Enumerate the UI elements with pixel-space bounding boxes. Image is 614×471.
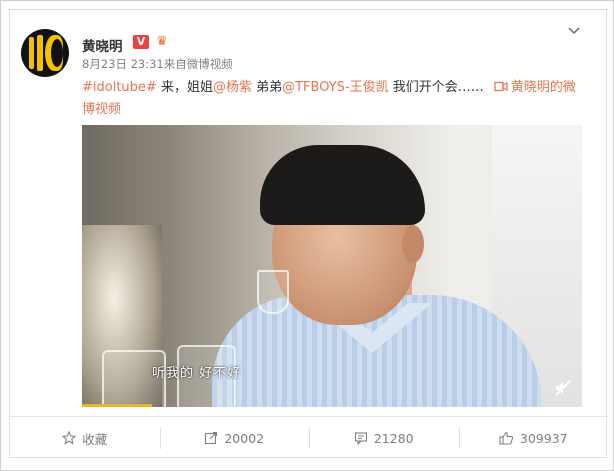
post-text-segment: 我们开个会…… — [388, 80, 488, 95]
avatar-mark — [29, 37, 34, 69]
post-actions: 收藏 20002 21280 309937 — [10, 417, 608, 459]
video-frame-person — [402, 225, 424, 263]
avatar-mark — [51, 39, 63, 67]
avatar[interactable] — [21, 29, 69, 77]
like-button[interactable]: 309937 — [458, 417, 609, 459]
weibo-post-card: 黄晓明 V ♛ 8月23日 23:31来自微博视频 #idoltube# 来，姐… — [9, 9, 608, 459]
username[interactable]: 黄晓明 — [82, 35, 123, 55]
thumbs-up-icon — [499, 431, 513, 445]
video-progress-bar[interactable] — [82, 404, 152, 407]
screenshot-frame: 黄晓明 V ♛ 8月23日 23:31来自微博视频 #idoltube# 来，姐… — [0, 0, 614, 471]
mention-link[interactable]: @TFBOYS-王俊凯 — [282, 80, 389, 95]
like-count: 309937 — [519, 430, 568, 446]
verified-badge[interactable]: V — [133, 35, 149, 49]
comment-count: 21280 — [373, 430, 414, 446]
mute-icon[interactable] — [554, 379, 572, 397]
avatar-mark — [37, 35, 43, 71]
post-text-segment: 弟弟 — [251, 80, 283, 95]
video-player[interactable]: 听我的 好不好 — [82, 125, 582, 407]
post-text: #idoltube# 来，姐姐@杨紫 弟弟@TFBOYS-王俊凯 我们开个会……… — [82, 77, 582, 121]
repost-button[interactable]: 20002 — [159, 417, 310, 459]
post-text-segment: 来，姐姐 — [156, 80, 213, 95]
comment-button[interactable]: 21280 — [309, 417, 459, 459]
chevron-down-icon[interactable] — [567, 24, 581, 38]
video-frame-glass — [257, 270, 289, 314]
crown-icon[interactable]: ♛ — [152, 34, 172, 50]
video-icon — [494, 81, 508, 92]
comment-icon — [354, 432, 367, 445]
post-meta: 8月23日 23:31来自微博视频 — [82, 57, 233, 71]
repost-count: 20002 — [224, 430, 265, 446]
favorite-label: 收藏 — [82, 431, 108, 447]
repost-icon — [205, 431, 218, 445]
star-icon — [62, 431, 77, 445]
video-subtitle: 听我的 好不好 — [152, 366, 242, 381]
favorite-button[interactable]: 收藏 — [10, 417, 160, 459]
mention-link[interactable]: @杨紫 — [213, 80, 252, 95]
hashtag-link[interactable]: #idoltube# — [82, 80, 157, 95]
